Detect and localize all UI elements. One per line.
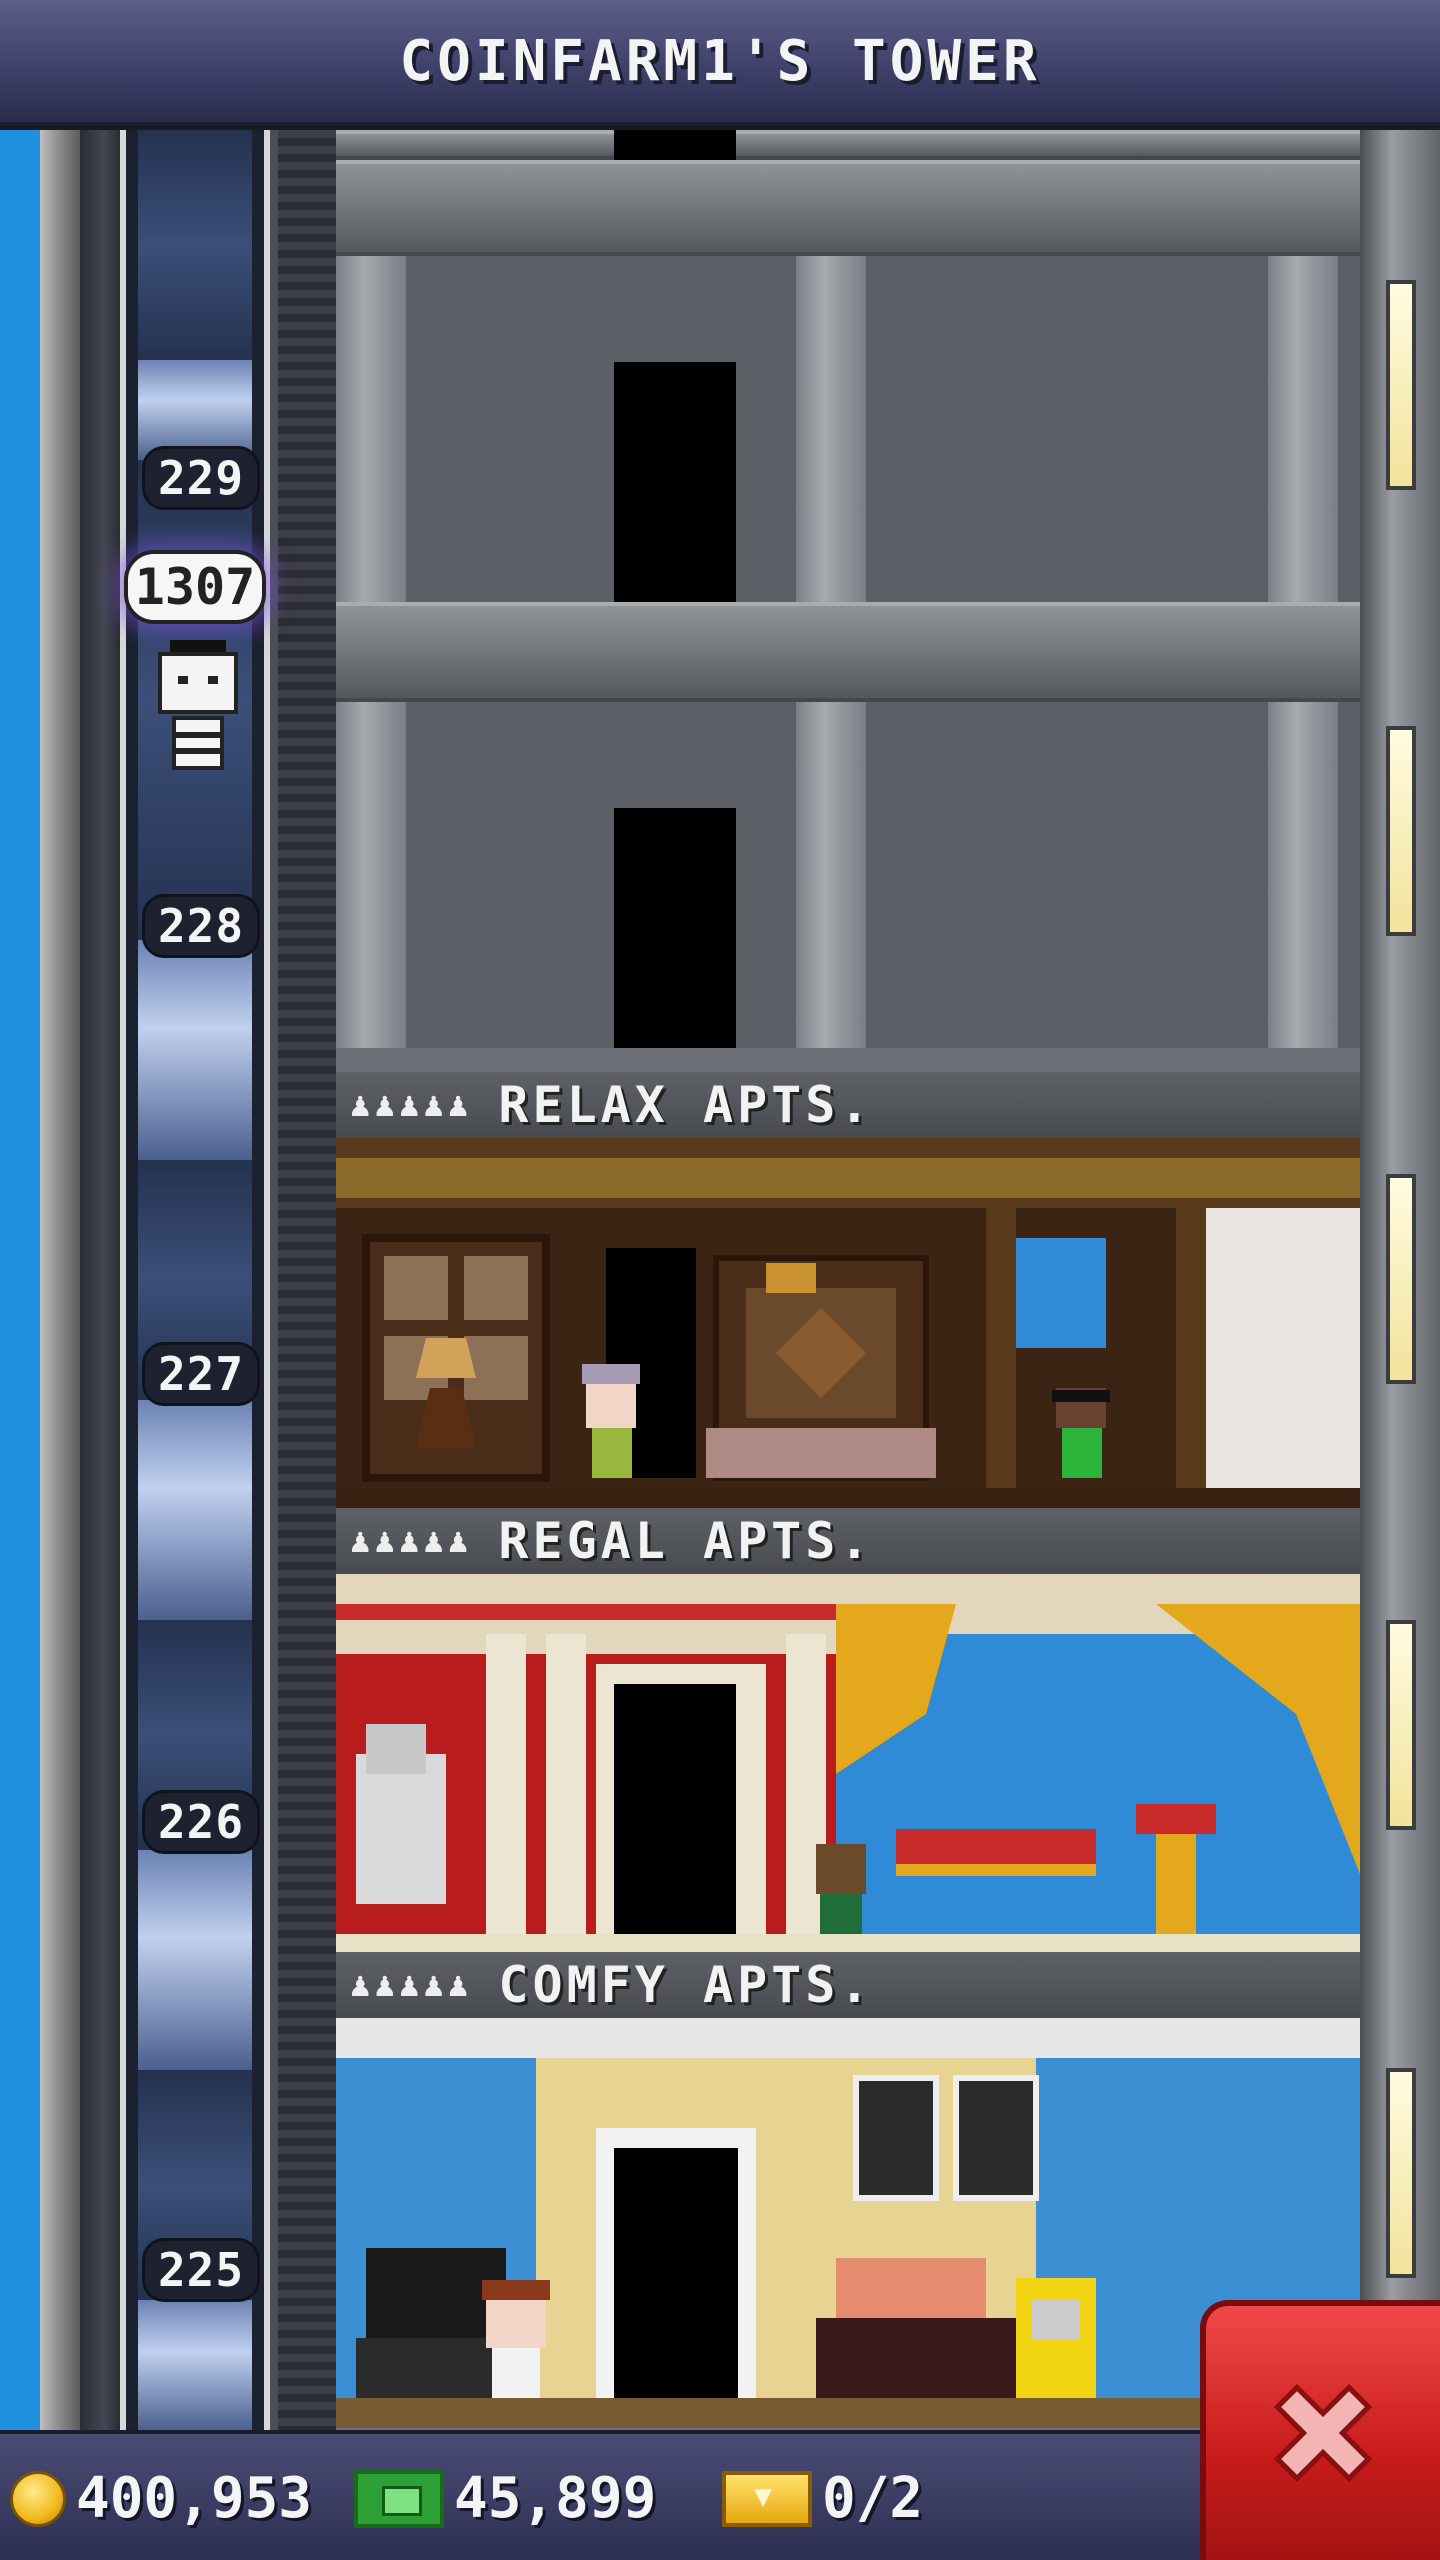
pillar [1268,256,1338,602]
floor-name: RELAX APTS. [498,1076,874,1134]
door [614,808,736,1048]
tower-bux-icon [354,2469,444,2528]
room-regal-apts[interactable] [336,1574,1360,1952]
window-light [1386,1620,1416,1830]
floor-number-228: 228 [142,894,260,958]
elevator-rider-avatar[interactable] [150,640,246,780]
floor-number-225: 225 [142,2238,260,2302]
rating-stars: ♟♟♟♟♟ [350,1085,473,1125]
floor-number-229: 229 [142,446,260,510]
sky-strip [0,130,40,2430]
window-light [1386,726,1416,936]
tower-left-frame-inner [80,130,120,2430]
tower-floors[interactable]: ♟♟♟♟♟ RELAX APTS. ♟♟♟♟♟ REGAL APTS. ♟♟♟♟… [336,130,1360,2430]
floor-name: REGAL APTS. [498,1512,874,1570]
title-bar: COINFARM1'S TOWER [0,0,1440,126]
coins-counter[interactable]: 400,953 [10,2466,312,2531]
window-light [1386,280,1416,490]
shaft-segment [138,940,252,1160]
rider-destination-bubble[interactable]: 1307 [124,550,266,624]
coin-icon [10,2470,66,2527]
tickets-value: 0/2 [822,2466,924,2531]
rating-stars: ♟♟♟♟♟ [350,1965,473,2005]
tower-right-frame [1360,130,1440,2430]
elevator-shaft[interactable]: 229 228 227 226 225 [120,130,270,2430]
tickets-counter[interactable]: 0/2 [722,2466,923,2531]
pillar [796,256,866,602]
empty-floor-228[interactable] [336,702,1360,1048]
pillar [796,702,866,1048]
floor-number-226: 226 [142,1790,260,1854]
shaft-rail [270,130,336,2430]
floor-label-relax[interactable]: ♟♟♟♟♟ RELAX APTS. [336,1072,1360,1138]
tower-left-frame [40,130,80,2430]
shaft-segment [138,360,252,460]
bux-value: 45,899 [454,2466,657,2531]
close-x-icon [1273,2383,1373,2483]
coins-value: 400,953 [76,2466,313,2531]
vip-ticket-icon [722,2470,812,2527]
floor-divider [336,160,1360,256]
bux-counter[interactable]: 45,899 [354,2466,656,2531]
floor-number-227: 227 [142,1342,260,1406]
close-button[interactable] [1200,2300,1440,2560]
floor-label-comfy[interactable]: ♟♟♟♟♟ COMFY APTS. [336,1952,1360,2018]
floor-divider [336,602,1360,702]
floor-name: COMFY APTS. [498,1956,874,2014]
shaft-segment [138,1400,252,1620]
tower-title: COINFARM1'S TOWER [399,28,1041,94]
window-light [1386,2068,1416,2278]
room-relax-apts[interactable] [336,1138,1360,1508]
regal-room-art [336,1574,1360,1952]
pillar [336,256,406,602]
window-light [1386,1174,1416,1384]
shaft-segment [138,1850,252,2070]
pillar [1268,702,1338,1048]
empty-floor-229[interactable] [336,256,1360,602]
relax-room-art [336,1138,1360,1508]
shaft-segment [138,130,252,360]
door [614,130,736,160]
door [614,362,736,602]
floor-label-regal[interactable]: ♟♟♟♟♟ REGAL APTS. [336,1508,1360,1574]
pillar [336,702,406,1048]
rating-stars: ♟♟♟♟♟ [350,1521,473,1561]
shaft-segment [138,2300,252,2430]
floor-divider [336,130,1360,160]
